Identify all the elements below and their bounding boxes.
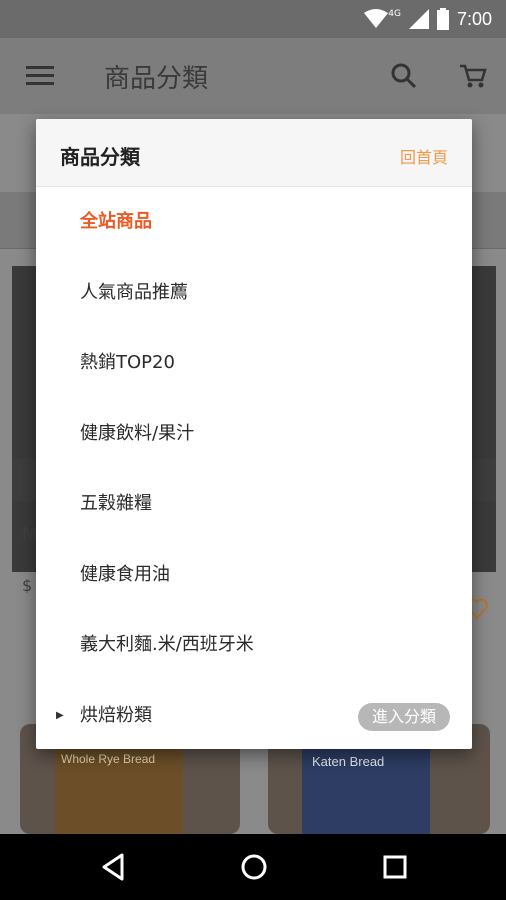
- menu-icon[interactable]: [26, 66, 54, 86]
- dialog-header: 商品分類 回首頁: [36, 119, 472, 187]
- signal-icon: [408, 9, 429, 29]
- category-label: 義大利麵.米/西班牙米: [80, 634, 254, 655]
- category-item-all[interactable]: 全站商品: [36, 187, 472, 258]
- category-label: 全站商品: [80, 211, 152, 232]
- status-bar: 4G 7:00: [0, 0, 506, 38]
- enter-category-button[interactable]: 進入分類: [357, 702, 450, 731]
- battery-icon: [436, 8, 449, 30]
- dialog-title: 商品分類: [60, 145, 140, 169]
- category-item-popular[interactable]: 人氣商品推薦: [36, 258, 472, 329]
- category-dialog: 商品分類 回首頁 全站商品 人氣商品推薦 熱銷TOP20 健康飲料/果汁 五穀雜…: [36, 119, 472, 749]
- search-icon[interactable]: [390, 62, 418, 90]
- category-label: 烘焙粉類: [80, 704, 152, 726]
- back-icon[interactable]: [100, 852, 126, 882]
- cover-title-katen: Katen Bread: [312, 754, 385, 769]
- clock: 7:00: [456, 8, 492, 29]
- category-list: 全站商品 人氣商品推薦 熱銷TOP20 健康飲料/果汁 五穀雜糧 健康食用油 義…: [36, 187, 472, 749]
- product-card-right: [472, 266, 496, 572]
- category-item-drinks[interactable]: 健康飲料/果汁: [36, 399, 472, 470]
- category-label: 健康飲料/果汁: [80, 422, 195, 444]
- recents-icon[interactable]: [382, 852, 408, 882]
- category-label: 熱銷TOP20: [80, 352, 175, 373]
- cover-katen: Katen Bread: [302, 748, 430, 834]
- product-price-partial: $: [22, 576, 33, 595]
- cart-icon[interactable]: [458, 62, 488, 90]
- category-item-grains[interactable]: 五穀雜糧: [36, 469, 472, 540]
- network-type-label: 4G: [388, 9, 401, 19]
- category-label: 五穀雜糧: [80, 493, 152, 514]
- cover-title-whole-rye: Whole Rye Bread: [61, 752, 156, 766]
- back-to-home-link[interactable]: 回首頁: [400, 144, 448, 168]
- category-label: 健康食用油: [80, 563, 170, 585]
- home-icon[interactable]: [240, 852, 268, 882]
- app-bar: 商品分類: [0, 38, 506, 114]
- expand-arrow-icon: ▶: [56, 709, 64, 721]
- wifi-icon: [364, 9, 389, 28]
- category-label: 人氣商品推薦: [80, 281, 188, 303]
- category-item-pasta-rice[interactable]: 義大利麵.米/西班牙米: [36, 610, 472, 681]
- cover-whole-rye: Whole Rye Bread: [55, 746, 183, 834]
- category-item-top20[interactable]: 熱銷TOP20: [36, 328, 472, 399]
- navigation-bar: [0, 834, 506, 900]
- page-title: 商品分類: [104, 64, 209, 94]
- card-banner-left: [12, 459, 36, 501]
- card-banner-right: [472, 459, 496, 501]
- category-item-oils[interactable]: 健康食用油: [36, 540, 472, 611]
- category-item-baking-flour[interactable]: ▶ 烘焙粉類 進入分類: [36, 681, 472, 750]
